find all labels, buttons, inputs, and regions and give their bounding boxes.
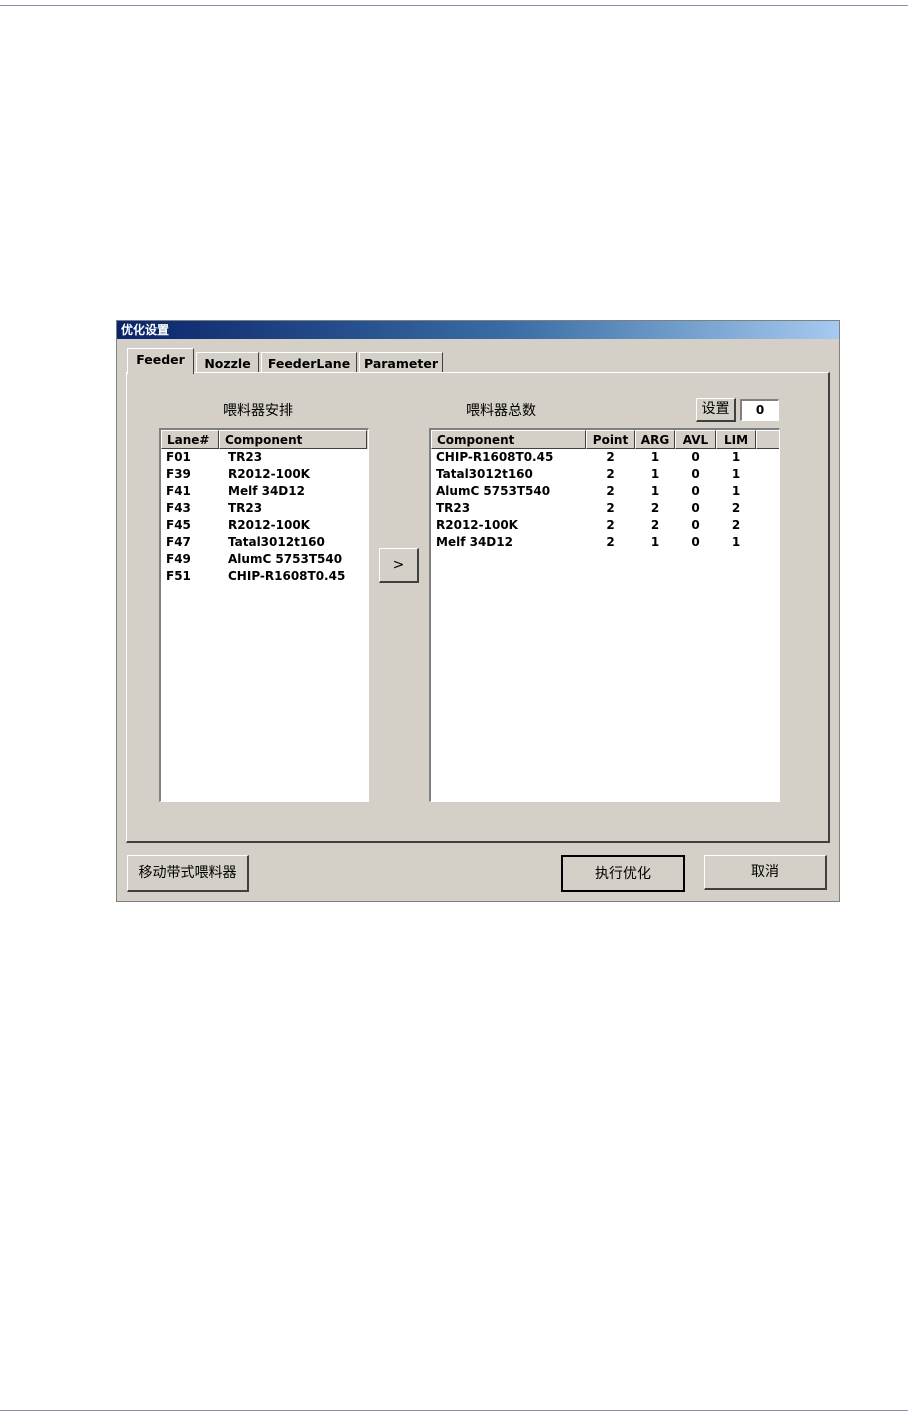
avl-cell: 0 <box>691 518 700 532</box>
feeder-arrangement-caption: 喂料器安排 <box>223 403 293 419</box>
column-header-lim[interactable]: LIM <box>716 430 756 449</box>
lane-cell: F51 <box>166 569 191 583</box>
arg-cell: 2 <box>650 518 660 532</box>
column-header-lane[interactable]: Lane# <box>161 430 219 449</box>
column-header-arg[interactable]: ARG <box>635 430 675 449</box>
point-cell: 2 <box>606 450 615 464</box>
point-cell: 2 <box>606 518 615 532</box>
tab-feeder[interactable]: Feeder <box>127 348 194 374</box>
component-cell: Tatal3012t160 <box>228 535 325 549</box>
component-cell: AlumC 5753T540 <box>436 484 551 498</box>
avl-cell: 0 <box>691 467 700 481</box>
component-cell: Tatal3012t160 <box>436 467 533 481</box>
page-top-rule <box>0 5 908 6</box>
component-cell: CHIP-R1608T0.45 <box>228 569 346 583</box>
component-cell: R2012-100K <box>436 518 518 532</box>
component-cell: AlumC 5753T540 <box>228 552 343 566</box>
lane-cell: F43 <box>166 501 191 515</box>
lane-cell: F49 <box>166 552 191 566</box>
lane-cell: F41 <box>166 484 191 498</box>
feeder-totals-header: Component Point ARG AVL LIM <box>431 430 779 449</box>
table-row[interactable]: CHIP-R1608T0.45 2 1 0 1 <box>431 449 778 466</box>
arg-cell: 1 <box>650 450 660 464</box>
tab-feederlane[interactable]: FeederLane <box>261 352 357 373</box>
lane-cell: F45 <box>166 518 191 532</box>
column-header-filler <box>756 430 779 449</box>
point-cell: 2 <box>606 467 615 481</box>
table-row[interactable]: F47 Tatal3012t160 <box>161 534 367 551</box>
mobile-feeder-button[interactable]: 移动带式喂料器 <box>127 855 249 892</box>
optimization-settings-dialog: 优化设置 Feeder Nozzle FeederLane Parameter … <box>116 320 840 902</box>
move-right-button[interactable]: > <box>379 548 419 583</box>
table-row[interactable]: Tatal3012t160 2 1 0 1 <box>431 466 778 483</box>
component-cell: R2012-100K <box>228 467 310 481</box>
lane-cell: F47 <box>166 535 191 549</box>
run-optimization-button[interactable]: 执行优化 <box>561 855 685 892</box>
component-cell: R2012-100K <box>228 518 310 532</box>
feeder-totals-list[interactable]: Component Point ARG AVL LIM CHIP-R1608T0… <box>429 428 780 802</box>
component-cell: Melf 34D12 <box>436 535 513 549</box>
table-row[interactable]: F41 Melf 34D12 <box>161 483 367 500</box>
table-row[interactable]: AlumC 5753T540 2 1 0 1 <box>431 483 778 500</box>
table-row[interactable]: F43 TR23 <box>161 500 367 517</box>
table-row[interactable]: F01 TR23 <box>161 449 367 466</box>
column-header-component[interactable]: Component <box>431 430 586 449</box>
lim-cell: 2 <box>731 501 741 515</box>
lim-cell: 1 <box>731 450 741 464</box>
table-row[interactable]: F45 R2012-100K <box>161 517 367 534</box>
tab-parameter[interactable]: Parameter <box>359 352 443 373</box>
column-header-point[interactable]: Point <box>586 430 635 449</box>
point-cell: 2 <box>606 501 615 515</box>
lim-cell: 1 <box>731 484 741 498</box>
column-header-avl[interactable]: AVL <box>675 430 716 449</box>
set-value-field[interactable]: 0 <box>740 399 779 421</box>
table-row[interactable]: F49 AlumC 5753T540 <box>161 551 367 568</box>
feeder-totals-caption: 喂料器总数 <box>466 403 536 419</box>
table-row[interactable]: R2012-100K 2 2 0 2 <box>431 517 778 534</box>
component-cell: CHIP-R1608T0.45 <box>436 450 554 464</box>
column-header-component[interactable]: Component <box>219 430 367 449</box>
feeder-tab-panel: 喂料器安排 喂料器总数 设置 0 Lane# Component F01 TR23… <box>126 372 830 843</box>
lim-cell: 1 <box>731 467 741 481</box>
table-row[interactable]: F51 CHIP-R1608T0.45 <box>161 568 367 585</box>
point-cell: 2 <box>606 535 615 549</box>
feeder-arrangement-header: Lane# Component <box>161 430 368 449</box>
avl-cell: 0 <box>691 501 700 515</box>
arg-cell: 1 <box>650 535 660 549</box>
lane-cell: F39 <box>166 467 191 481</box>
component-cell: TR23 <box>436 501 471 515</box>
dialog-title: 优化设置 <box>117 321 839 339</box>
avl-cell: 0 <box>691 535 700 549</box>
lane-cell: F01 <box>166 450 191 464</box>
lim-cell: 1 <box>731 535 741 549</box>
lim-cell: 2 <box>731 518 741 532</box>
feeder-arrangement-list[interactable]: Lane# Component F01 TR23 F39 R2012-100K F41 M… <box>159 428 369 802</box>
table-row[interactable]: Melf 34D12 2 1 0 1 <box>431 534 778 551</box>
component-cell: TR23 <box>228 450 263 464</box>
avl-cell: 0 <box>691 450 700 464</box>
arg-cell: 1 <box>650 484 660 498</box>
arg-cell: 1 <box>650 467 660 481</box>
component-cell: TR23 <box>228 501 263 515</box>
avl-cell: 0 <box>691 484 700 498</box>
arg-cell: 2 <box>650 501 660 515</box>
table-row[interactable]: TR23 2 2 0 2 <box>431 500 778 517</box>
cancel-button[interactable]: 取消 <box>704 855 827 890</box>
page-bottom-rule <box>0 1410 908 1411</box>
component-cell: Melf 34D12 <box>228 484 305 498</box>
tab-nozzle[interactable]: Nozzle <box>196 352 259 373</box>
set-button[interactable]: 设置 <box>696 398 736 422</box>
point-cell: 2 <box>606 484 615 498</box>
table-row[interactable]: F39 R2012-100K <box>161 466 367 483</box>
